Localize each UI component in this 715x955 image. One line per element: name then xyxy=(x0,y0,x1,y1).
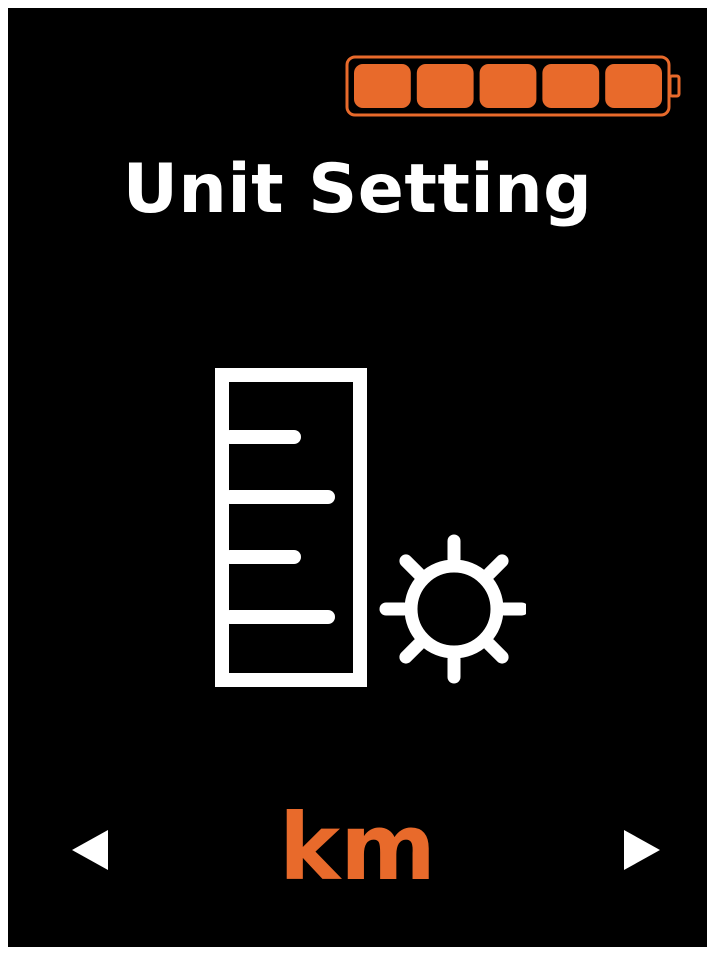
battery-segment xyxy=(479,64,537,108)
page-title: Unit Setting xyxy=(122,150,593,229)
ruler-gear-icon xyxy=(206,363,526,693)
battery-icon xyxy=(345,55,681,117)
unit-value: km xyxy=(278,794,437,901)
battery-segment xyxy=(542,64,600,108)
battery-indicator xyxy=(345,55,683,117)
display-screen: Unit Setting km xyxy=(8,8,707,947)
battery-segment xyxy=(605,64,662,108)
gear-tooth xyxy=(399,554,426,581)
ruler-icon xyxy=(215,368,367,687)
arrow-right-icon[interactable] xyxy=(616,820,666,880)
unit-selector[interactable]: km xyxy=(8,798,707,908)
gear-tooth xyxy=(482,637,509,664)
gear-icon xyxy=(379,534,526,684)
gear-tooth xyxy=(482,554,509,581)
battery-segment xyxy=(416,64,474,108)
gear-tooth xyxy=(399,637,426,664)
battery-segment xyxy=(354,64,411,108)
